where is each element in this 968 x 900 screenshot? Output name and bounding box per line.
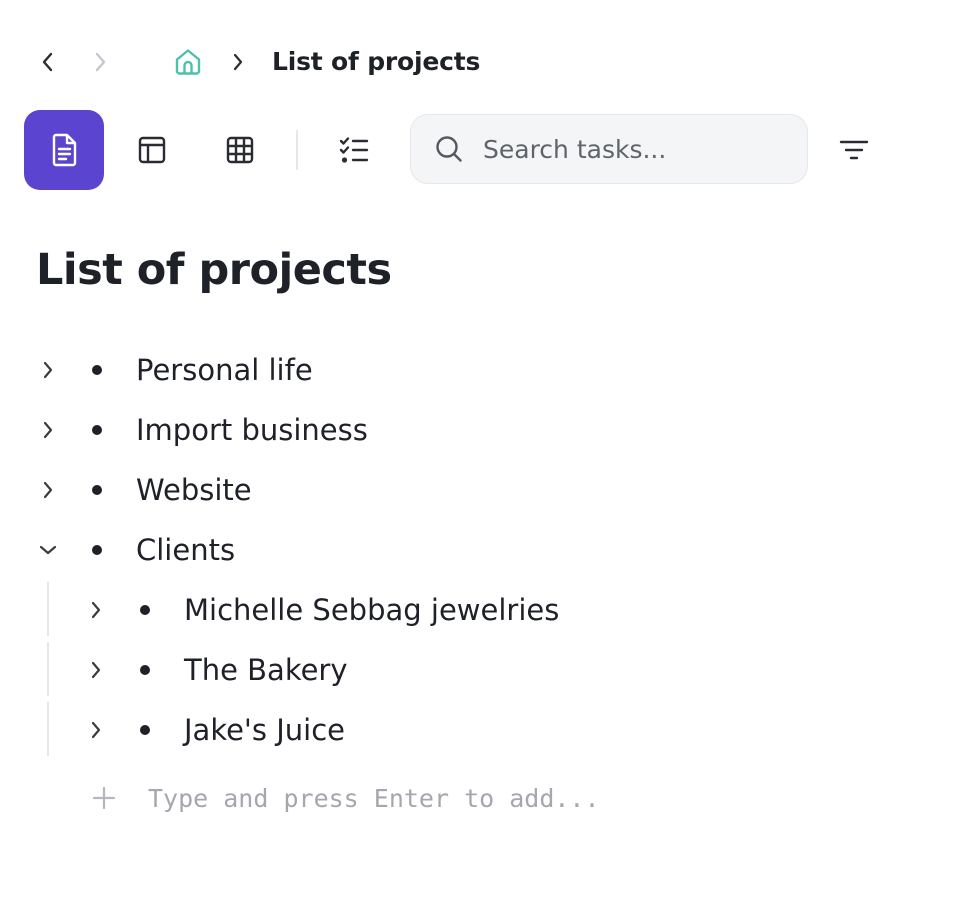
home-button[interactable] [168, 42, 208, 82]
filter-button[interactable] [834, 128, 874, 172]
tree-item-label: Website [136, 473, 252, 507]
breadcrumb-separator [226, 46, 250, 78]
indent-guide [47, 582, 49, 636]
tree-item[interactable]: The Bakery [84, 646, 348, 694]
home-icon [175, 49, 201, 75]
table-view-button[interactable] [212, 122, 268, 178]
document-icon [52, 133, 77, 167]
expand-toggle[interactable] [36, 478, 60, 502]
add-item-input[interactable] [148, 783, 708, 813]
checklist-icon [339, 137, 369, 163]
plus-icon[interactable] [90, 784, 118, 812]
page-title: List of projects [36, 245, 392, 295]
bullet-dot [140, 605, 150, 615]
tree-item-label: Clients [136, 533, 236, 567]
tree-item-label: Jake's Juice [184, 713, 346, 747]
chevron-right-icon [91, 601, 101, 619]
tasks-view-button[interactable] [326, 122, 382, 178]
chevron-right-icon [91, 721, 101, 739]
bullet-dot [92, 365, 102, 375]
search-input[interactable] [483, 134, 783, 164]
chevron-down-icon [39, 545, 57, 555]
tree-item[interactable]: Michelle Sebbag jewelries [84, 586, 559, 634]
expand-toggle[interactable] [84, 718, 108, 742]
chevron-left-icon [42, 52, 53, 72]
table-grid-icon [226, 136, 254, 164]
bullet-dot [92, 545, 102, 555]
search-icon [435, 135, 463, 163]
bullet-dot [140, 665, 150, 675]
search-box [410, 114, 808, 184]
breadcrumb-current: List of projects [272, 47, 481, 76]
tree-item[interactable]: Website [36, 466, 252, 514]
document-view-button[interactable] [24, 110, 104, 190]
tree-item-label: Import business [136, 413, 368, 447]
back-button[interactable] [32, 44, 64, 80]
collapse-toggle[interactable] [36, 538, 60, 562]
chevron-right-icon [43, 361, 53, 379]
expand-toggle[interactable] [84, 658, 108, 682]
expand-toggle[interactable] [84, 598, 108, 622]
tree-item[interactable]: Jake's Juice [84, 706, 345, 754]
toolbar-divider [296, 130, 298, 170]
bullet-dot [92, 485, 102, 495]
tree-item[interactable]: Import business [36, 406, 368, 454]
filter-icon [839, 140, 869, 160]
tree-item[interactable]: Clients [36, 526, 235, 574]
tree-item-label: Personal life [136, 353, 313, 387]
chevron-right-icon [91, 661, 101, 679]
expand-toggle[interactable] [36, 418, 60, 442]
chevron-right-icon [43, 421, 53, 439]
bullet-dot [92, 425, 102, 435]
navigation-bar: List of projects [0, 0, 968, 124]
chevron-right-icon [233, 53, 243, 71]
tree-item[interactable]: Personal life [36, 346, 313, 394]
chevron-right-icon [43, 481, 53, 499]
board-layout-icon [138, 136, 166, 164]
board-view-button[interactable] [124, 122, 180, 178]
forward-button[interactable] [84, 44, 116, 80]
tree-item-label: The Bakery [184, 653, 348, 687]
tree-item-label: Michelle Sebbag jewelries [184, 593, 560, 627]
expand-toggle[interactable] [36, 358, 60, 382]
chevron-right-icon [95, 52, 106, 72]
bullet-dot [140, 725, 150, 735]
add-item-row [90, 776, 708, 820]
indent-guide [47, 702, 49, 756]
indent-guide [47, 642, 49, 696]
